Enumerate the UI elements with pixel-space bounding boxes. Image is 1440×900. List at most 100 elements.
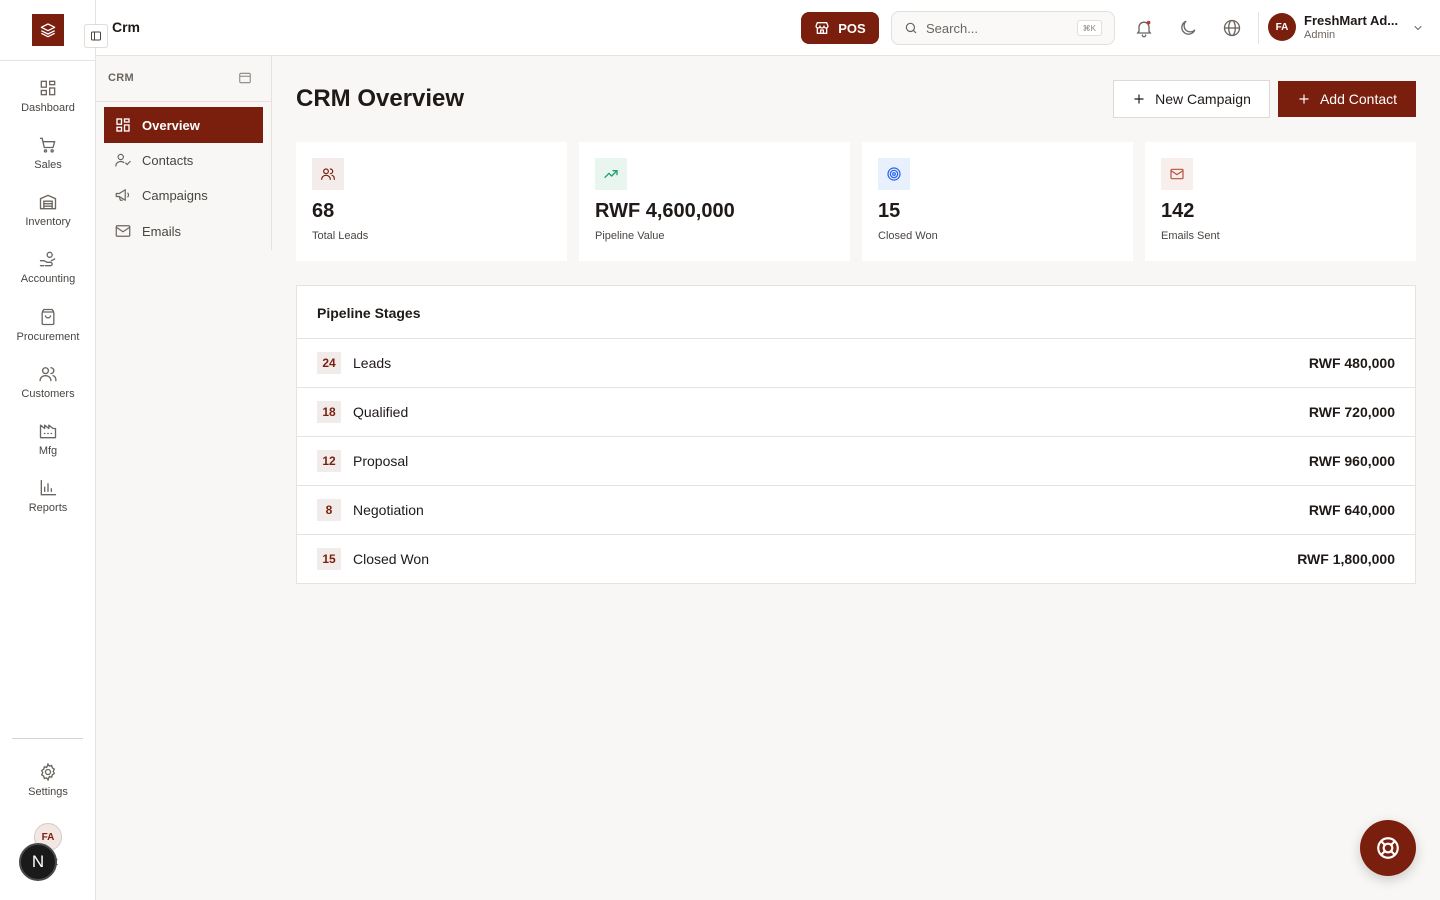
search-shortcut-badge: ⌘K [1076,20,1102,36]
pos-button[interactable]: POS [801,12,879,44]
stage-value: RWF 1,800,000 [1297,551,1395,567]
search-box[interactable]: ⌘K [891,11,1115,45]
main-rail: Dashboard Sales Inventory Accounting Pro… [0,0,96,900]
rail-item-inventory[interactable]: Inventory [0,192,96,242]
stage-name: Qualified [353,404,409,420]
rail-item-label: Customers [21,388,75,400]
users-icon [39,367,57,382]
topbar-divider [1258,12,1259,44]
stage-value: RWF 640,000 [1308,502,1395,518]
rail-item-label: Procurement [16,331,80,343]
stat-label: Emails Sent [1161,230,1220,242]
rail-item-label: Dashboard [21,102,75,114]
moon-icon[interactable] [1178,18,1198,38]
new-campaign-label: New Campaign [1155,91,1251,107]
rail-item-label: Mfg [38,445,58,457]
globe-icon[interactable] [1222,18,1242,38]
layout-grid-icon [116,118,130,132]
subnav-item-campaigns[interactable]: Campaigns [104,177,263,213]
target-icon [887,167,901,181]
rail-item-label: Settings [28,786,68,798]
stage-value: RWF 720,000 [1308,404,1395,420]
stat-card-emails-sent: 142 Emails Sent [1145,142,1416,261]
pipeline-row[interactable]: 15 Closed Won RWF 1,800,000 [297,534,1415,583]
search-icon [905,22,917,34]
panel-toggle-icon[interactable] [238,71,252,85]
sidebar-collapse-button[interactable] [84,24,108,48]
subnav-title: CRM [108,72,134,84]
plus-icon [1299,94,1309,104]
mail-icon [1170,168,1184,180]
crm-subnav: CRM Overview Contacts Campaigns Emails [96,56,272,250]
factory-icon [39,424,57,439]
rail-item-accounting[interactable]: Accounting [0,249,96,299]
stage-count-badge: 18 [317,401,341,423]
pipeline-row[interactable]: 24 Leads RWF 480,000 [297,338,1415,387]
add-contact-label: Add Contact [1319,91,1398,107]
add-contact-button[interactable]: Add Contact [1278,81,1416,117]
warehouse-icon [39,194,57,210]
stat-icon-box [595,158,627,190]
chevron-down-icon[interactable] [1412,22,1424,34]
help-button[interactable] [1360,820,1416,876]
rail-item-sales[interactable]: Sales [0,135,96,185]
panel-left-icon [91,31,101,41]
bell-icon[interactable] [1134,18,1154,38]
rail-item-customers[interactable]: Customers [0,364,96,414]
stat-card-total-leads: 68 Total Leads [296,142,567,261]
subnav-item-overview[interactable]: Overview [104,107,263,143]
rail-item-mfg[interactable]: Mfg [0,421,96,471]
n-badge-button[interactable]: N [19,843,57,881]
user-name[interactable]: FreshMart Ad... [1304,13,1398,28]
subnav-item-label: Emails [142,223,182,239]
pipeline-row[interactable]: 8 Negotiation RWF 640,000 [297,485,1415,534]
stat-value: 142 [1161,200,1195,222]
pos-label: POS [838,20,866,36]
rail-item-procurement[interactable]: Procurement [0,307,96,357]
pipeline-row[interactable]: 12 Proposal RWF 960,000 [297,436,1415,485]
rail-item-reports[interactable]: Reports [0,478,96,528]
stage-value: RWF 960,000 [1308,453,1395,469]
stat-icon-box [878,158,910,190]
mail-icon [115,225,131,237]
shopping-bag-icon [41,308,55,326]
store-icon [815,22,829,34]
pipeline-row[interactable]: 18 Qualified RWF 720,000 [297,387,1415,436]
stage-name: Leads [353,355,392,371]
subnav-item-contacts[interactable]: Contacts [104,142,263,178]
user-avatar[interactable]: FA [1268,13,1296,41]
rail-divider [12,738,83,739]
rail-item-label: Inventory [25,216,71,228]
life-buoy-icon [1377,837,1399,859]
user-role: Admin [1304,29,1336,41]
stage-count-badge: 8 [317,499,341,521]
megaphone-icon [115,189,130,201]
trending-up-icon [604,170,618,178]
subnav-item-label: Overview [142,117,200,133]
page-breadcrumb: Crm [112,19,141,35]
page-title: CRM Overview [296,85,465,112]
rail-divider [0,60,96,61]
shopping-cart-icon [39,137,56,153]
app-logo[interactable] [32,14,64,46]
stat-icon-box [1161,158,1193,190]
stage-count-badge: 12 [317,450,341,472]
search-input[interactable] [926,20,1066,36]
stat-value: 68 [312,200,335,222]
stat-value: 15 [878,200,901,222]
subnav-item-label: Campaigns [142,187,208,203]
rail-item-dashboard[interactable]: Dashboard [0,78,96,128]
stage-name: Closed Won [353,551,430,567]
stat-icon-box [312,158,344,190]
stat-label: Closed Won [878,230,938,242]
gear-icon [40,762,56,782]
top-bar: Crm POS ⌘K FA FreshMart Ad... Admin [96,0,1440,56]
rail-item-settings[interactable]: Settings [0,762,96,812]
new-campaign-button[interactable]: New Campaign [1113,80,1270,118]
coins-hand-icon [39,251,56,267]
subnav-item-emails[interactable]: Emails [104,213,263,249]
bar-chart-icon [40,479,57,496]
layout-grid-icon [40,80,56,96]
pipeline-title: Pipeline Stages [317,305,421,321]
users-icon [321,168,335,180]
